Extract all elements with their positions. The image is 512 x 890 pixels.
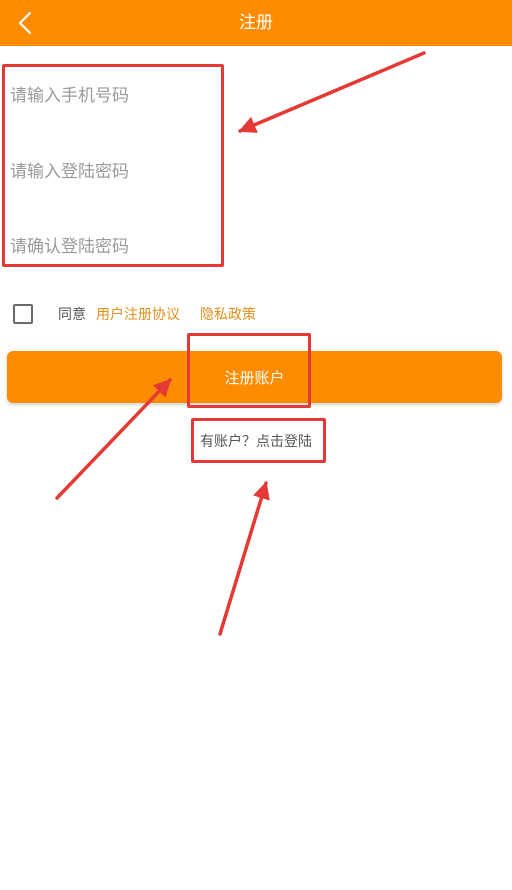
arrow-to-inputs — [238, 51, 426, 133]
arrow-to-login — [218, 481, 270, 636]
arrow-to-register — [55, 378, 172, 500]
annotation-arrows — [55, 51, 426, 636]
